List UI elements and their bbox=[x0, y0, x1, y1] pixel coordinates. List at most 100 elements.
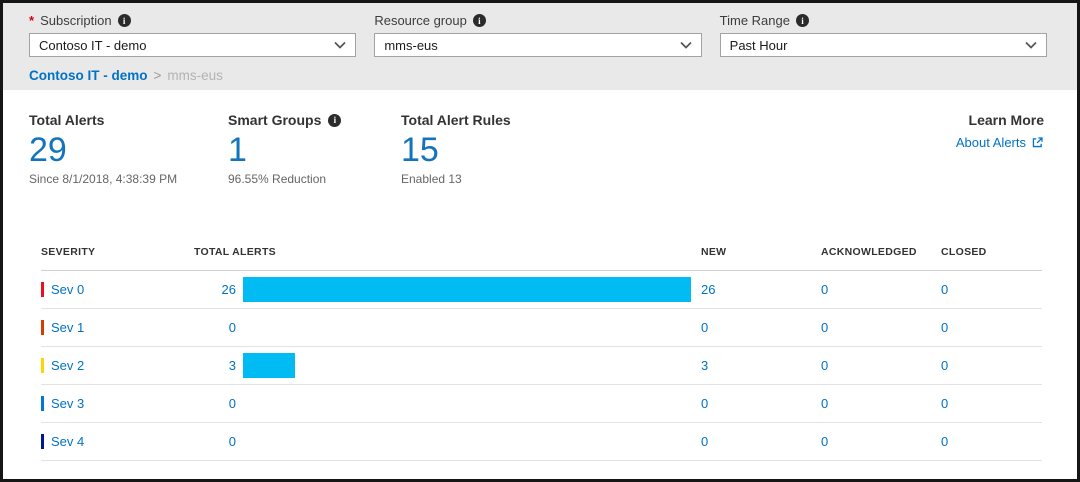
subscription-select-value: Contoso IT - demo bbox=[39, 38, 146, 53]
learn-more-title: Learn More bbox=[956, 112, 1044, 128]
total-alerts-bar-cell bbox=[236, 309, 697, 346]
header-severity: SEVERITY bbox=[41, 246, 194, 258]
time-range-info-icon[interactable]: i bbox=[796, 14, 809, 27]
about-alerts-link[interactable]: About Alerts bbox=[956, 135, 1044, 150]
smart-groups-stat: Smart Groups i 1 96.55% Reduction bbox=[228, 112, 401, 186]
resource-group-label: Resource group i bbox=[374, 13, 701, 28]
table-row: Sev 1 0 0 0 0 bbox=[41, 309, 1042, 347]
total-alerts-stat-subtext: Since 8/1/2018, 4:38:39 PM bbox=[29, 172, 228, 186]
resource-group-label-text: Resource group bbox=[374, 13, 467, 28]
acknowledged-value[interactable]: 0 bbox=[817, 320, 937, 335]
closed-value[interactable]: 0 bbox=[937, 320, 1042, 335]
subscription-select[interactable]: Contoso IT - demo bbox=[29, 33, 356, 57]
closed-value[interactable]: 0 bbox=[937, 282, 1042, 297]
resource-group-select-value: mms-eus bbox=[384, 38, 437, 53]
alert-rules-stat-label: Total Alert Rules bbox=[401, 112, 641, 128]
new-value[interactable]: 0 bbox=[697, 396, 817, 411]
acknowledged-value[interactable]: 0 bbox=[817, 358, 937, 373]
smart-groups-stat-value: 1 bbox=[228, 130, 401, 171]
total-alerts-value[interactable]: 26 bbox=[194, 282, 236, 297]
alerts-dashboard: * Subscription i Contoso IT - demo Resou… bbox=[0, 0, 1080, 482]
header-acknowledged: ACKNOWLEDGED bbox=[817, 246, 937, 258]
subscription-info-icon[interactable]: i bbox=[118, 14, 131, 27]
header-total-alerts: TOTAL ALERTS bbox=[194, 246, 697, 258]
new-value[interactable]: 26 bbox=[697, 282, 817, 297]
closed-value[interactable]: 0 bbox=[937, 434, 1042, 449]
smart-groups-stat-label: Smart Groups i bbox=[228, 112, 401, 128]
acknowledged-value[interactable]: 0 bbox=[817, 396, 937, 411]
subscription-label: * Subscription i bbox=[29, 13, 356, 28]
severity-link[interactable]: Sev 2 bbox=[51, 358, 84, 373]
severity-link[interactable]: Sev 4 bbox=[51, 434, 84, 449]
smart-groups-stat-label-text: Smart Groups bbox=[228, 112, 321, 128]
learn-more-block: Learn More About Alerts bbox=[956, 112, 1044, 186]
severity-table: SEVERITY TOTAL ALERTS NEW ACKNOWLEDGED C… bbox=[3, 246, 1077, 461]
resource-group-select[interactable]: mms-eus bbox=[374, 33, 701, 57]
acknowledged-value[interactable]: 0 bbox=[817, 282, 937, 297]
total-alerts-stat-value: 29 bbox=[29, 130, 228, 171]
severity-table-body: Sev 0 26 26 0 0 Sev 1 0 0 0 0 Sev 2 3 3 … bbox=[41, 271, 1042, 461]
header-closed: CLOSED bbox=[937, 246, 1042, 258]
time-range-select-value: Past Hour bbox=[730, 38, 788, 53]
header-new: NEW bbox=[697, 246, 817, 258]
severity-table-header: SEVERITY TOTAL ALERTS NEW ACKNOWLEDGED C… bbox=[41, 246, 1042, 271]
breadcrumb-separator: > bbox=[154, 68, 162, 83]
chevron-down-icon bbox=[334, 41, 346, 49]
severity-color-tick bbox=[41, 358, 44, 373]
total-alerts-bar-cell bbox=[236, 271, 697, 308]
severity-cell: Sev 2 bbox=[41, 358, 194, 373]
subscription-filter: * Subscription i Contoso IT - demo bbox=[29, 13, 356, 57]
smart-groups-stat-subtext: 96.55% Reduction bbox=[228, 172, 401, 186]
total-alerts-bar-cell bbox=[236, 423, 697, 460]
chevron-down-icon bbox=[680, 41, 692, 49]
severity-cell: Sev 1 bbox=[41, 320, 194, 335]
severity-link[interactable]: Sev 1 bbox=[51, 320, 84, 335]
filter-bar: * Subscription i Contoso IT - demo Resou… bbox=[3, 3, 1077, 90]
breadcrumb-resource-group: mms-eus bbox=[167, 68, 223, 83]
total-alerts-bar-cell bbox=[236, 385, 697, 422]
severity-cell: Sev 4 bbox=[41, 434, 194, 449]
severity-cell: Sev 3 bbox=[41, 396, 194, 411]
breadcrumb-subscription-link[interactable]: Contoso IT - demo bbox=[29, 68, 148, 83]
table-row: Sev 3 0 0 0 0 bbox=[41, 385, 1042, 423]
time-range-label: Time Range i bbox=[720, 13, 1047, 28]
table-row: Sev 0 26 26 0 0 bbox=[41, 271, 1042, 309]
new-value[interactable]: 0 bbox=[697, 320, 817, 335]
smart-groups-info-icon[interactable]: i bbox=[328, 114, 341, 127]
total-alerts-bar bbox=[243, 277, 691, 302]
severity-link[interactable]: Sev 0 bbox=[51, 282, 84, 297]
resource-group-filter: Resource group i mms-eus bbox=[374, 13, 701, 57]
total-alerts-bar-cell bbox=[236, 347, 697, 384]
severity-color-tick bbox=[41, 396, 44, 411]
acknowledged-value[interactable]: 0 bbox=[817, 434, 937, 449]
severity-color-tick bbox=[41, 282, 44, 297]
table-row: Sev 4 0 0 0 0 bbox=[41, 423, 1042, 461]
filters-row: * Subscription i Contoso IT - demo Resou… bbox=[29, 13, 1047, 57]
total-alerts-stat-label-text: Total Alerts bbox=[29, 112, 104, 128]
total-alerts-value[interactable]: 3 bbox=[194, 358, 236, 373]
total-alerts-value[interactable]: 0 bbox=[194, 320, 236, 335]
about-alerts-link-text: About Alerts bbox=[956, 135, 1026, 150]
summary-stats: Total Alerts 29 Since 8/1/2018, 4:38:39 … bbox=[3, 90, 1077, 186]
new-value[interactable]: 0 bbox=[697, 434, 817, 449]
resource-group-info-icon[interactable]: i bbox=[473, 14, 486, 27]
required-asterisk: * bbox=[29, 13, 34, 28]
total-alerts-value[interactable]: 0 bbox=[194, 396, 236, 411]
total-alerts-value[interactable]: 0 bbox=[194, 434, 236, 449]
breadcrumb: Contoso IT - demo > mms-eus bbox=[29, 68, 1047, 83]
total-alerts-stat-label: Total Alerts bbox=[29, 112, 228, 128]
closed-value[interactable]: 0 bbox=[937, 396, 1042, 411]
subscription-label-text: Subscription bbox=[40, 13, 112, 28]
severity-link[interactable]: Sev 3 bbox=[51, 396, 84, 411]
table-row: Sev 2 3 3 0 0 bbox=[41, 347, 1042, 385]
closed-value[interactable]: 0 bbox=[937, 358, 1042, 373]
new-value[interactable]: 3 bbox=[697, 358, 817, 373]
chevron-down-icon bbox=[1025, 41, 1037, 49]
alert-rules-stat-subtext: Enabled 13 bbox=[401, 172, 641, 186]
time-range-select[interactable]: Past Hour bbox=[720, 33, 1047, 57]
total-alerts-bar bbox=[243, 353, 295, 378]
alert-rules-stat-label-text: Total Alert Rules bbox=[401, 112, 511, 128]
severity-color-tick bbox=[41, 320, 44, 335]
time-range-label-text: Time Range bbox=[720, 13, 790, 28]
total-alerts-stat: Total Alerts 29 Since 8/1/2018, 4:38:39 … bbox=[29, 112, 228, 186]
